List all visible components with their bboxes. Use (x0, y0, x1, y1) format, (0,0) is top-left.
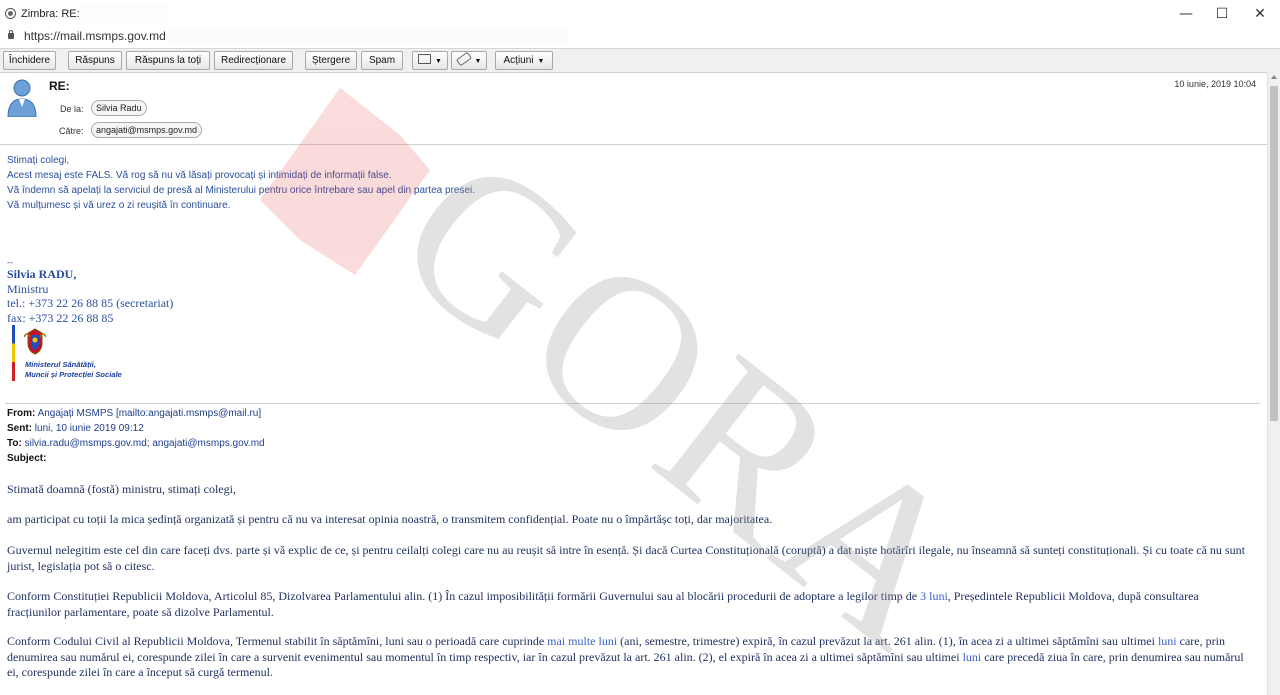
original-sent: luni, 10 iunie 2019 09:12 (34, 423, 144, 434)
mail-toolbar: Închidere Răspuns Răspuns la toți Redire… (0, 48, 1280, 73)
delete-button[interactable]: Ștergere (305, 51, 357, 70)
message-date: 10 iunie, 2019 10:04 (1174, 79, 1256, 89)
logo-text-line1: Ministerul Sănătății, (25, 360, 96, 369)
reply-button[interactable]: Răspuns (68, 51, 122, 70)
logo-text-line2: Muncii și Protecției Sociale (25, 370, 122, 379)
reply-line: Vă mulțumesc și vă urez o zi reușită în … (7, 200, 231, 211)
paragraph: Conform Constituției Republicii Moldova,… (7, 589, 1199, 619)
ministry-logo: Ministerul Sănătății, Muncii și Protecți… (12, 325, 142, 383)
browser-globe-icon (5, 8, 16, 19)
address-bar[interactable]: https://mail.msmps.gov.md (0, 29, 1280, 46)
actions-dropdown-button[interactable]: Acțiuni ▼ (495, 51, 553, 70)
signature-name: Silvia RADU, (7, 267, 77, 281)
printer-icon (418, 54, 432, 65)
signature: -- Silvia RADU, Ministru tel.: +373 22 2… (7, 257, 173, 325)
chevron-down-icon: ▼ (537, 58, 545, 65)
tag-icon (455, 52, 472, 67)
window-title: Zimbra: RE: - (21, 8, 87, 20)
paragraph: Stimată doamnă (fostă) ministru, stimați… (7, 482, 236, 496)
tag-dropdown-button[interactable]: ▼ (451, 51, 487, 70)
close-window-button[interactable]: ✕ (1246, 3, 1274, 25)
spam-button[interactable]: Spam (361, 51, 403, 70)
subject-field-label: Subject: (7, 453, 47, 464)
url-redaction (168, 29, 568, 45)
reply-line: Acest mesaj este FALS. Vă rog să nu vă l… (7, 170, 392, 181)
vertical-scrollbar[interactable] (1267, 72, 1280, 695)
reply-line: Vă îndemn să apelați la serviciul de pre… (7, 185, 476, 196)
sender-bubble[interactable]: Silvia Radu (91, 100, 147, 116)
message-subject: RE: (49, 79, 70, 93)
tricolor-bar (12, 325, 15, 381)
avatar-icon (7, 79, 37, 117)
print-dropdown-button[interactable]: ▼ (412, 51, 448, 70)
signature-dashes: -- (7, 257, 13, 267)
close-button[interactable]: Închidere (3, 51, 56, 70)
coat-of-arms-icon (24, 328, 46, 355)
from-label: De la: (60, 104, 84, 114)
message-divider (5, 403, 1260, 404)
to-label: Către: (59, 126, 84, 136)
recipient-bubble[interactable]: angajati@msmps.gov.md (91, 122, 203, 138)
signature-tel: tel.: +373 22 26 88 85 (secretariat) (7, 296, 174, 310)
original-message-header: From: Angajați MSMPS [mailto:angajati.ms… (7, 406, 265, 466)
maximize-button[interactable]: ☐ (1208, 3, 1236, 25)
url-text[interactable]: https://mail.msmps.gov.md (24, 29, 166, 43)
title-redaction (80, 5, 170, 23)
paragraph: am participat cu toții la mica ședință o… (7, 512, 773, 526)
reply-body: Stimați colegi, Acest mesaj este FALS. V… (7, 153, 475, 213)
signature-role: Ministru (7, 281, 49, 296)
to-field-label: To: (7, 438, 22, 449)
forward-button[interactable]: Redirecționare (214, 51, 293, 70)
header-divider (0, 144, 1268, 145)
chevron-down-icon: ▼ (435, 58, 442, 65)
original-from[interactable]: Angajați MSMPS [mailto:angajati.msmps@ma… (38, 408, 262, 419)
signature-fax: fax: +373 22 26 88 85 (7, 310, 114, 325)
scrollbar-thumb[interactable] (1270, 86, 1278, 421)
chevron-down-icon: ▼ (474, 58, 482, 65)
from-field-label: From: (7, 408, 36, 419)
minimize-button[interactable]: — (1172, 3, 1200, 25)
title-bar: Zimbra: RE: - — ☐ ✕ (0, 0, 1280, 30)
original-to[interactable]: silvia.radu@msmps.gov.md; angajati@msmps… (25, 438, 265, 449)
scroll-up-arrow-icon[interactable] (1271, 75, 1277, 79)
actions-label: Acțiuni (503, 55, 534, 66)
reply-all-button[interactable]: Răspuns la toți (126, 51, 210, 70)
reply-line: Stimați colegi, (7, 155, 70, 166)
paragraph: Conform Codului Civil al Republicii Mold… (7, 634, 1244, 679)
lock-icon (8, 30, 14, 39)
paragraph: Guvernul nelegitim este cel din care fac… (7, 543, 1245, 573)
sent-field-label: Sent: (7, 423, 32, 434)
